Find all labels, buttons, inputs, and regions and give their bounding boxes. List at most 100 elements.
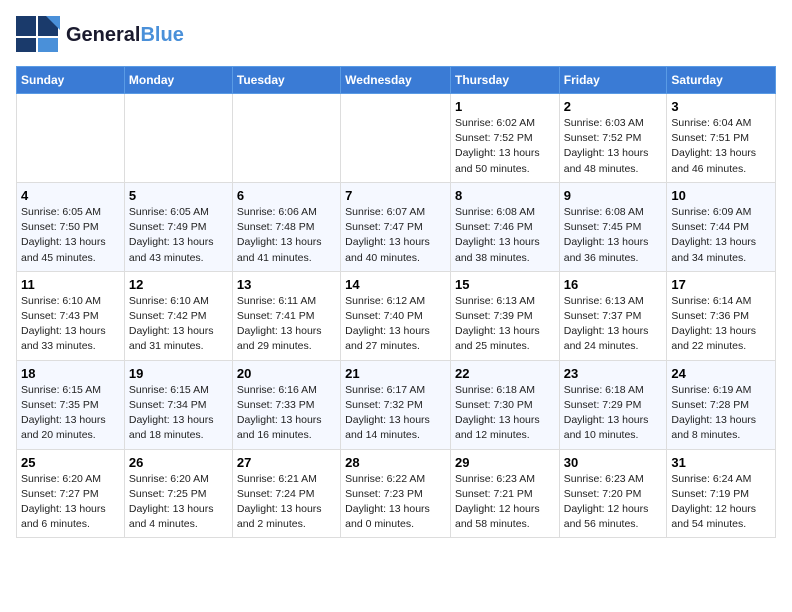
day-number: 24 [671, 366, 771, 381]
day-number: 4 [21, 188, 120, 203]
day-number: 1 [455, 99, 555, 114]
logo-icon [16, 16, 60, 54]
calendar-cell: 17Sunrise: 6:14 AM Sunset: 7:36 PM Dayli… [667, 271, 776, 360]
day-info: Sunrise: 6:16 AM Sunset: 7:33 PM Dayligh… [237, 383, 336, 444]
calendar-week-2: 4 Sunrise: 6:05 AM Sunset: 7:50 PM Daylig… [17, 182, 776, 271]
calendar-cell: 12 Sunrise: 6:10 AM Sunset: 7:42 PM Dayli… [124, 271, 232, 360]
calendar-cell: 20 Sunrise: 6:16 AM Sunset: 7:33 PM Dayli… [232, 360, 340, 449]
day-number: 18 [21, 366, 120, 381]
calendar-cell: 25 Sunrise: 6:20 AM Sunset: 7:27 PM Dayli… [17, 449, 125, 538]
calendar-cell: 22 Sunrise: 6:18 AM Sunset: 7:30 PM Dayli… [450, 360, 559, 449]
day-number: 27 [237, 455, 336, 470]
day-info: Sunrise: 6:24 AM Sunset: 7:19 PM Dayligh… [671, 472, 771, 533]
col-header-saturday: Saturday [667, 67, 776, 94]
calendar-week-3: 11 Sunrise: 6:10 AM Sunset: 7:43 PM Dayli… [17, 271, 776, 360]
day-info: Sunrise: 6:20 AM Sunset: 7:27 PM Dayligh… [21, 472, 120, 533]
calendar-cell: 5 Sunrise: 6:05 AM Sunset: 7:49 PM Daylig… [124, 182, 232, 271]
day-info: Sunrise: 6:23 AM Sunset: 7:20 PM Dayligh… [564, 472, 663, 533]
calendar-cell: 15Sunrise: 6:13 AM Sunset: 7:39 PM Dayli… [450, 271, 559, 360]
calendar-cell [124, 94, 232, 183]
calendar-cell [17, 94, 125, 183]
calendar-cell: 21Sunrise: 6:17 AM Sunset: 7:32 PM Dayli… [341, 360, 451, 449]
calendar-cell: 18 Sunrise: 6:15 AM Sunset: 7:35 PM Dayli… [17, 360, 125, 449]
col-header-wednesday: Wednesday [341, 67, 451, 94]
calendar-cell: 8 Sunrise: 6:08 AM Sunset: 7:46 PM Daylig… [450, 182, 559, 271]
calendar-cell [232, 94, 340, 183]
day-info: Sunrise: 6:12 AM Sunset: 7:40 PM Dayligh… [345, 294, 446, 355]
col-header-monday: Monday [124, 67, 232, 94]
col-header-tuesday: Tuesday [232, 67, 340, 94]
day-info: Sunrise: 6:14 AM Sunset: 7:36 PM Dayligh… [671, 294, 771, 355]
day-number: 25 [21, 455, 120, 470]
day-info: Sunrise: 6:05 AM Sunset: 7:49 PM Dayligh… [129, 205, 228, 266]
day-info: Sunrise: 6:05 AM Sunset: 7:50 PM Dayligh… [21, 205, 120, 266]
calendar-cell: 23Sunrise: 6:18 AM Sunset: 7:29 PM Dayli… [559, 360, 667, 449]
day-number: 31 [671, 455, 771, 470]
day-info: Sunrise: 6:19 AM Sunset: 7:28 PM Dayligh… [671, 383, 771, 444]
calendar-cell: 24 Sunrise: 6:19 AM Sunset: 7:28 PM Dayli… [667, 360, 776, 449]
calendar-cell: 19 Sunrise: 6:15 AM Sunset: 7:34 PM Dayli… [124, 360, 232, 449]
day-info: Sunrise: 6:07 AM Sunset: 7:47 PM Dayligh… [345, 205, 446, 266]
calendar-cell: 10Sunrise: 6:09 AM Sunset: 7:44 PM Dayli… [667, 182, 776, 271]
calendar-week-4: 18 Sunrise: 6:15 AM Sunset: 7:35 PM Dayli… [17, 360, 776, 449]
calendar-cell: 13 Sunrise: 6:11 AM Sunset: 7:41 PM Dayli… [232, 271, 340, 360]
day-info: Sunrise: 6:18 AM Sunset: 7:30 PM Dayligh… [455, 383, 555, 444]
day-number: 23 [564, 366, 663, 381]
logo: GeneralBlue [16, 16, 184, 54]
calendar-cell: 9 Sunrise: 6:08 AM Sunset: 7:45 PM Daylig… [559, 182, 667, 271]
day-info: Sunrise: 6:11 AM Sunset: 7:41 PM Dayligh… [237, 294, 336, 355]
calendar-cell: 4 Sunrise: 6:05 AM Sunset: 7:50 PM Daylig… [17, 182, 125, 271]
calendar-table: SundayMondayTuesdayWednesdayThursdayFrid… [16, 66, 776, 538]
day-info: Sunrise: 6:02 AM Sunset: 7:52 PM Dayligh… [455, 116, 555, 177]
day-number: 8 [455, 188, 555, 203]
col-header-friday: Friday [559, 67, 667, 94]
calendar-cell: 11 Sunrise: 6:10 AM Sunset: 7:43 PM Dayli… [17, 271, 125, 360]
day-number: 20 [237, 366, 336, 381]
day-info: Sunrise: 6:23 AM Sunset: 7:21 PM Dayligh… [455, 472, 555, 533]
calendar-cell: 27 Sunrise: 6:21 AM Sunset: 7:24 PM Dayli… [232, 449, 340, 538]
calendar-cell: 26 Sunrise: 6:20 AM Sunset: 7:25 PM Dayli… [124, 449, 232, 538]
day-info: Sunrise: 6:20 AM Sunset: 7:25 PM Dayligh… [129, 472, 228, 533]
day-number: 11 [21, 277, 120, 292]
day-number: 19 [129, 366, 228, 381]
day-number: 2 [564, 99, 663, 114]
day-number: 5 [129, 188, 228, 203]
day-info: Sunrise: 6:06 AM Sunset: 7:48 PM Dayligh… [237, 205, 336, 266]
day-number: 26 [129, 455, 228, 470]
calendar-cell: 14 Sunrise: 6:12 AM Sunset: 7:40 PM Dayli… [341, 271, 451, 360]
logo-name: GeneralBlue [66, 24, 184, 46]
day-info: Sunrise: 6:13 AM Sunset: 7:39 PM Dayligh… [455, 294, 555, 355]
day-info: Sunrise: 6:04 AM Sunset: 7:51 PM Dayligh… [671, 116, 771, 177]
col-header-sunday: Sunday [17, 67, 125, 94]
day-info: Sunrise: 6:13 AM Sunset: 7:37 PM Dayligh… [564, 294, 663, 355]
day-info: Sunrise: 6:21 AM Sunset: 7:24 PM Dayligh… [237, 472, 336, 533]
day-number: 28 [345, 455, 446, 470]
day-number: 6 [237, 188, 336, 203]
day-number: 13 [237, 277, 336, 292]
day-number: 12 [129, 277, 228, 292]
day-number: 30 [564, 455, 663, 470]
day-info: Sunrise: 6:10 AM Sunset: 7:42 PM Dayligh… [129, 294, 228, 355]
day-info: Sunrise: 6:15 AM Sunset: 7:34 PM Dayligh… [129, 383, 228, 444]
day-number: 14 [345, 277, 446, 292]
calendar-week-5: 25 Sunrise: 6:20 AM Sunset: 7:27 PM Dayli… [17, 449, 776, 538]
day-number: 9 [564, 188, 663, 203]
day-info: Sunrise: 6:08 AM Sunset: 7:46 PM Dayligh… [455, 205, 555, 266]
calendar-cell: 2 Sunrise: 6:03 AM Sunset: 7:52 PM Daylig… [559, 94, 667, 183]
day-info: Sunrise: 6:10 AM Sunset: 7:43 PM Dayligh… [21, 294, 120, 355]
calendar-cell: 31 Sunrise: 6:24 AM Sunset: 7:19 PM Dayli… [667, 449, 776, 538]
day-number: 3 [671, 99, 771, 114]
day-info: Sunrise: 6:08 AM Sunset: 7:45 PM Dayligh… [564, 205, 663, 266]
calendar-header-row: SundayMondayTuesdayWednesdayThursdayFrid… [17, 67, 776, 94]
calendar-cell: 28 Sunrise: 6:22 AM Sunset: 7:23 PM Dayli… [341, 449, 451, 538]
day-info: Sunrise: 6:03 AM Sunset: 7:52 PM Dayligh… [564, 116, 663, 177]
day-info: Sunrise: 6:17 AM Sunset: 7:32 PM Dayligh… [345, 383, 446, 444]
calendar-cell: 7Sunrise: 6:07 AM Sunset: 7:47 PM Daylig… [341, 182, 451, 271]
calendar-cell: 30 Sunrise: 6:23 AM Sunset: 7:20 PM Dayli… [559, 449, 667, 538]
day-number: 22 [455, 366, 555, 381]
day-number: 10 [671, 188, 771, 203]
day-info: Sunrise: 6:15 AM Sunset: 7:35 PM Dayligh… [21, 383, 120, 444]
day-info: Sunrise: 6:22 AM Sunset: 7:23 PM Dayligh… [345, 472, 446, 533]
calendar-cell: 16Sunrise: 6:13 AM Sunset: 7:37 PM Dayli… [559, 271, 667, 360]
calendar-cell [341, 94, 451, 183]
